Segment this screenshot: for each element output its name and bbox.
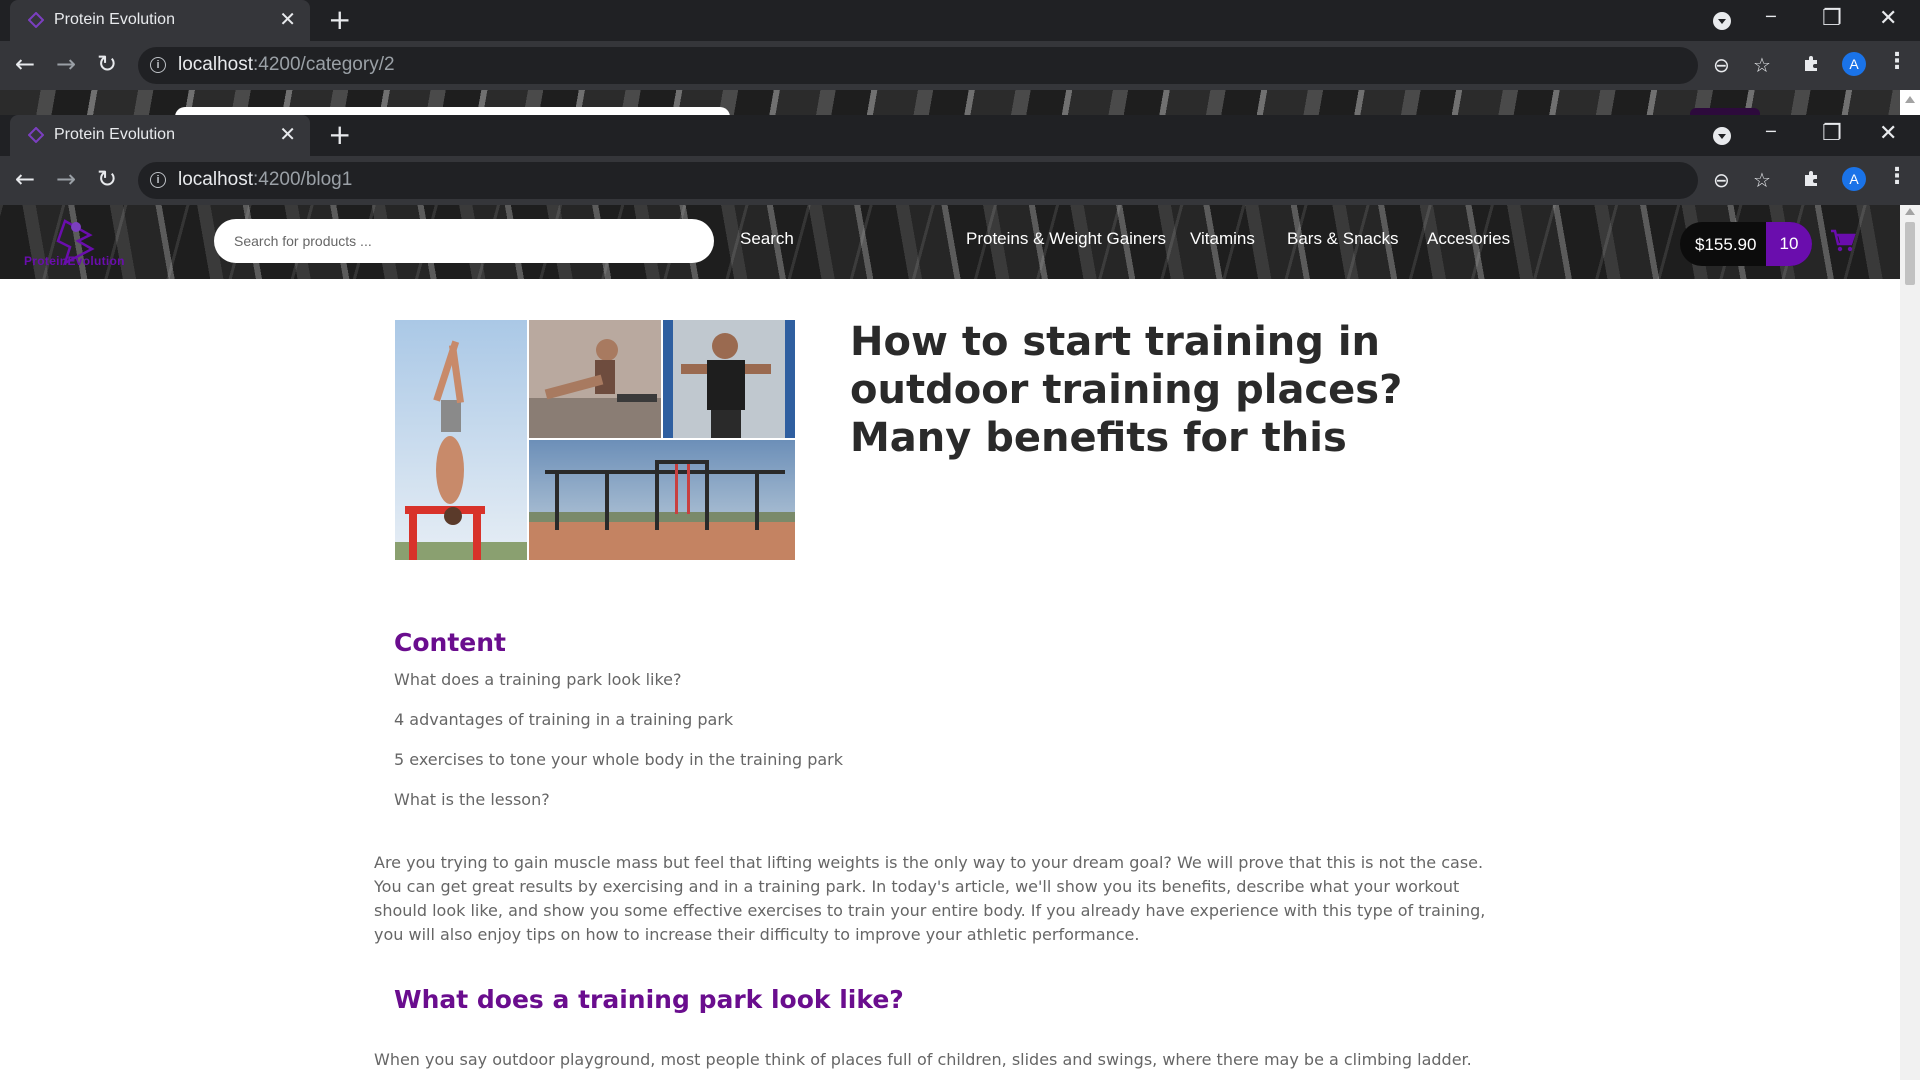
site-header: ProteinEvolution Search Proteins & Weigh… [0, 205, 1900, 279]
hero-collage-image [395, 320, 795, 560]
toc-heading: Content [394, 628, 506, 657]
extensions-puzzle-icon[interactable] [1802, 53, 1822, 73]
close-tab-icon[interactable]: ✕ [279, 124, 296, 146]
url-path: :4200/blog1 [253, 169, 353, 190]
profile-avatar[interactable]: A [1842, 167, 1866, 191]
browser-toolbar: ← → ↻ i localhost:4200/category/2 ⊖ ☆ A … [0, 41, 1920, 90]
url-text[interactable]: localhost:4200/blog1 [178, 169, 352, 191]
browser-tab[interactable]: Protein Evolution ✕ [10, 115, 310, 156]
tab-strip: Protein Evolution ✕ + ─ ❐ ✕ [0, 115, 1920, 156]
tab-search-icon[interactable] [1713, 12, 1731, 30]
url-host: localhost [178, 54, 253, 75]
section-paragraph: When you say outdoor playground, most pe… [374, 1050, 1472, 1069]
chrome-menu-icon[interactable]: ⋮ [1886, 49, 1908, 75]
nav-link-proteins[interactable]: Proteins & Weight Gainers [966, 229, 1166, 249]
scroll-up-icon[interactable] [1905, 208, 1915, 215]
address-bar[interactable]: i localhost:4200/category/2 ⊖ ☆ [138, 47, 1771, 84]
back-icon[interactable]: ← [15, 166, 35, 192]
new-tab-icon[interactable]: + [328, 6, 351, 34]
url-text[interactable]: localhost:4200/category/2 [178, 54, 395, 76]
zoom-icon[interactable]: ⊖ [1713, 54, 1730, 76]
close-window-icon[interactable]: ✕ [1879, 8, 1897, 30]
chrome-menu-icon[interactable]: ⋮ [1886, 164, 1908, 190]
toc-item[interactable]: What is the lesson? [394, 790, 550, 809]
scroll-thumb[interactable] [1905, 222, 1915, 285]
tab-strip: Protein Evolution ✕ + ─ ❐ ✕ [0, 0, 1920, 41]
restore-icon[interactable]: ❐ [1822, 123, 1842, 145]
site-info-icon[interactable]: i [150, 172, 166, 188]
tab-search-icon[interactable] [1713, 127, 1731, 145]
site-info-icon[interactable]: i [150, 57, 166, 73]
nav-link-bars-snacks[interactable]: Bars & Snacks [1287, 229, 1399, 249]
search-button[interactable]: Search [740, 229, 794, 249]
browser-toolbar: ← → ↻ i localhost:4200/blog1 ⊖ ☆ A ⋮ [0, 156, 1920, 205]
forward-icon[interactable]: → [56, 51, 76, 77]
url-host: localhost [178, 169, 253, 190]
browser-tab[interactable]: Protein Evolution ✕ [10, 0, 310, 41]
nav-link-vitamins[interactable]: Vitamins [1190, 229, 1255, 249]
extensions-puzzle-icon[interactable] [1802, 168, 1822, 188]
article-title: How to start training in outdoor trainin… [850, 319, 1403, 461]
toc-item[interactable]: What does a training park look like? [394, 670, 681, 689]
back-icon[interactable]: ← [15, 51, 35, 77]
favicon-icon [28, 127, 44, 143]
cart-total: $155.90 [1695, 235, 1757, 254]
forward-icon[interactable]: → [56, 166, 76, 192]
new-tab-icon[interactable]: + [328, 121, 351, 149]
section-heading: What does a training park look like? [394, 985, 904, 1014]
nav-link-accesories[interactable]: Accesories [1427, 229, 1510, 249]
background-scroll-up-icon [1905, 96, 1915, 103]
shopping-cart-icon[interactable] [1830, 229, 1856, 253]
toc-item[interactable]: 5 exercises to tone your whole body in t… [394, 750, 843, 769]
bookmark-star-icon[interactable]: ☆ [1753, 169, 1771, 191]
minimize-icon[interactable]: ─ [1766, 121, 1776, 143]
tab-title: Protein Evolution [54, 126, 175, 143]
restore-icon[interactable]: ❐ [1822, 8, 1842, 30]
reload-icon[interactable]: ↻ [97, 51, 117, 77]
url-path: :4200/category/2 [253, 54, 395, 75]
zoom-icon[interactable]: ⊖ [1713, 169, 1730, 191]
cart-count-badge: 10 [1766, 222, 1812, 266]
toc-item[interactable]: 4 advantages of training in a training p… [394, 710, 733, 729]
address-bar[interactable]: i localhost:4200/blog1 ⊖ ☆ [138, 162, 1771, 199]
close-tab-icon[interactable]: ✕ [279, 9, 296, 31]
profile-avatar[interactable]: A [1842, 52, 1866, 76]
minimize-icon[interactable]: ─ [1766, 6, 1776, 28]
page-scrollbar[interactable] [1900, 205, 1920, 1080]
close-window-icon[interactable]: ✕ [1879, 123, 1897, 145]
intro-paragraph: Are you trying to gain muscle mass but f… [374, 853, 1486, 944]
tab-title: Protein Evolution [54, 11, 175, 28]
reload-icon[interactable]: ↻ [97, 166, 117, 192]
cart-summary-button[interactable]: $155.90 10 [1680, 222, 1812, 266]
search-input[interactable] [214, 219, 714, 263]
bookmark-star-icon[interactable]: ☆ [1753, 54, 1771, 76]
favicon-icon [28, 12, 44, 28]
logo-text: ProteinEvolution [24, 254, 125, 268]
